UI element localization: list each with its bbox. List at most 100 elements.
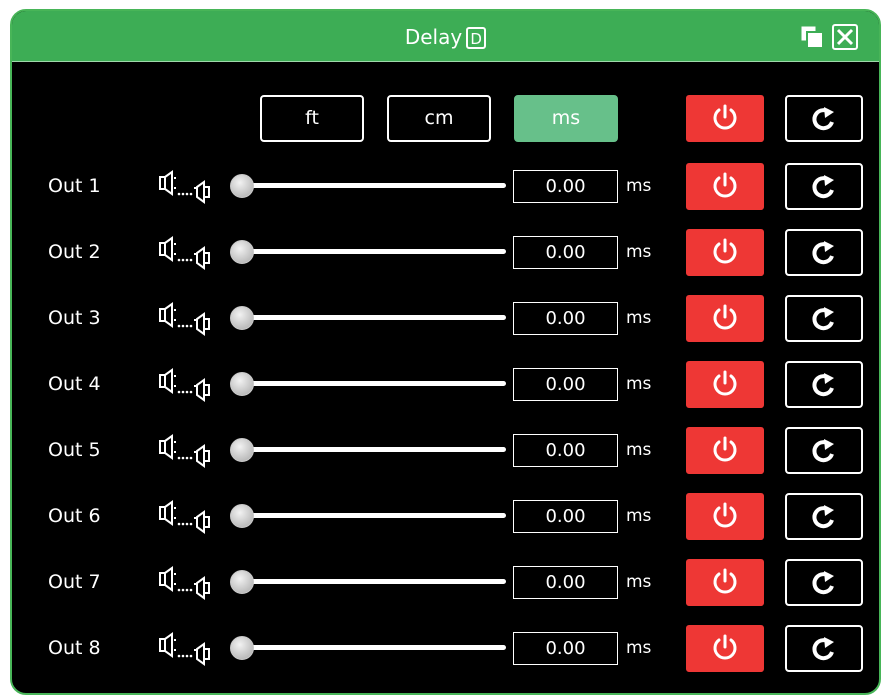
output-reset-button[interactable] — [785, 361, 863, 408]
delay-slider-handle[interactable] — [230, 372, 254, 396]
delay-slider-handle[interactable] — [230, 240, 254, 264]
refresh-icon — [812, 439, 834, 463]
delay-slider-handle[interactable] — [230, 174, 254, 198]
delay-value-field[interactable]: 0.00 — [513, 236, 618, 269]
delay-slider-track[interactable] — [234, 183, 506, 188]
output-reset-button[interactable] — [785, 229, 863, 276]
delay-slider-track[interactable] — [234, 579, 506, 584]
refresh-icon — [812, 637, 834, 661]
refresh-icon — [812, 505, 834, 529]
refresh-icon — [812, 307, 834, 331]
delay-unit-label: ms — [626, 374, 652, 394]
speaker-delay-icon — [157, 170, 217, 204]
output-label: Out 8 — [48, 637, 101, 659]
output-row: Out 7 0.00 ms — [12, 559, 879, 606]
master-power-button[interactable] — [686, 95, 764, 142]
power-icon — [713, 568, 737, 594]
speaker-delay-icon — [157, 566, 217, 600]
delay-slider-track[interactable] — [234, 315, 506, 320]
output-reset-button[interactable] — [785, 427, 863, 474]
title-bar[interactable]: Delay D — [12, 11, 879, 62]
refresh-icon — [812, 175, 834, 199]
output-power-button[interactable] — [686, 625, 764, 672]
output-label: Out 6 — [48, 505, 101, 527]
output-row: Out 1 0.00 ms — [12, 163, 879, 210]
delay-value-field[interactable]: 0.00 — [513, 632, 618, 665]
power-icon — [713, 304, 737, 330]
power-icon — [713, 172, 737, 198]
refresh-icon — [812, 373, 834, 397]
output-power-button[interactable] — [686, 559, 764, 606]
delay-value-field[interactable]: 0.00 — [513, 170, 618, 203]
output-reset-button[interactable] — [785, 493, 863, 540]
delay-value-field[interactable]: 0.00 — [513, 302, 618, 335]
output-power-button[interactable] — [686, 163, 764, 210]
output-label: Out 2 — [48, 241, 101, 263]
delay-unit-label: ms — [626, 242, 652, 262]
output-power-button[interactable] — [686, 361, 764, 408]
delay-value-field[interactable]: 0.00 — [513, 368, 618, 401]
unit-ft-button[interactable]: ft — [260, 95, 364, 142]
output-power-button[interactable] — [686, 427, 764, 474]
delay-value-field[interactable]: 0.00 — [513, 566, 618, 599]
output-label: Out 5 — [48, 439, 101, 461]
output-row: Out 2 0.00 ms — [12, 229, 879, 276]
output-reset-button[interactable] — [785, 295, 863, 342]
refresh-icon — [812, 571, 834, 595]
delay-unit-label: ms — [626, 308, 652, 328]
delay-slider-track[interactable] — [234, 645, 506, 650]
output-label: Out 4 — [48, 373, 101, 395]
output-row: Out 8 0.00 ms — [12, 625, 879, 672]
speaker-delay-icon — [157, 302, 217, 336]
delay-slider-handle[interactable] — [230, 438, 254, 462]
delay-slider-track[interactable] — [234, 513, 506, 518]
restore-window-icon[interactable] — [799, 24, 825, 50]
delay-unit-label: ms — [626, 638, 652, 658]
unit-ms-button[interactable]: ms — [514, 95, 618, 142]
power-icon — [713, 502, 737, 528]
output-reset-button[interactable] — [785, 625, 863, 672]
delay-slider-handle[interactable] — [230, 504, 254, 528]
master-reset-button[interactable] — [785, 95, 863, 142]
output-power-button[interactable] — [686, 493, 764, 540]
power-icon — [713, 104, 737, 130]
delay-unit-label: ms — [626, 176, 652, 196]
output-row: Out 6 0.00 ms — [12, 493, 879, 540]
output-reset-button[interactable] — [785, 163, 863, 210]
output-reset-button[interactable] — [785, 559, 863, 606]
delay-value-field[interactable]: 0.00 — [513, 434, 618, 467]
output-label: Out 7 — [48, 571, 101, 593]
delay-slider-track[interactable] — [234, 447, 506, 452]
close-icon[interactable] — [832, 24, 858, 50]
delay-slider-track[interactable] — [234, 249, 506, 254]
delay-slider-handle[interactable] — [230, 306, 254, 330]
speaker-delay-icon — [157, 368, 217, 402]
output-row: Out 4 0.00 ms — [12, 361, 879, 408]
delay-slider-track[interactable] — [234, 381, 506, 386]
output-row: Out 3 0.00 ms — [12, 295, 879, 342]
output-power-button[interactable] — [686, 229, 764, 276]
title-badge: D — [466, 26, 487, 49]
delay-unit-label: ms — [626, 572, 652, 592]
speaker-delay-icon — [157, 236, 217, 270]
power-icon — [713, 370, 737, 396]
output-row: Out 5 0.00 ms — [12, 427, 879, 474]
delay-slider-handle[interactable] — [230, 636, 254, 660]
delay-unit-label: ms — [626, 440, 652, 460]
speaker-delay-icon — [157, 500, 217, 534]
delay-unit-label: ms — [626, 506, 652, 526]
delay-window: Delay D ft cm ms Out 1 0.00 ms Out 2 0.0… — [10, 9, 881, 695]
title-text: Delay — [404, 25, 463, 49]
output-label: Out 1 — [48, 175, 101, 197]
delay-slider-handle[interactable] — [230, 570, 254, 594]
speaker-delay-icon — [157, 434, 217, 468]
refresh-icon — [812, 241, 834, 265]
power-icon — [713, 238, 737, 264]
speaker-delay-icon — [157, 632, 217, 666]
delay-value-field[interactable]: 0.00 — [513, 500, 618, 533]
output-power-button[interactable] — [686, 295, 764, 342]
window-title: Delay D — [12, 11, 879, 62]
refresh-icon — [812, 107, 834, 131]
unit-cm-button[interactable]: cm — [387, 95, 491, 142]
output-label: Out 3 — [48, 307, 101, 329]
